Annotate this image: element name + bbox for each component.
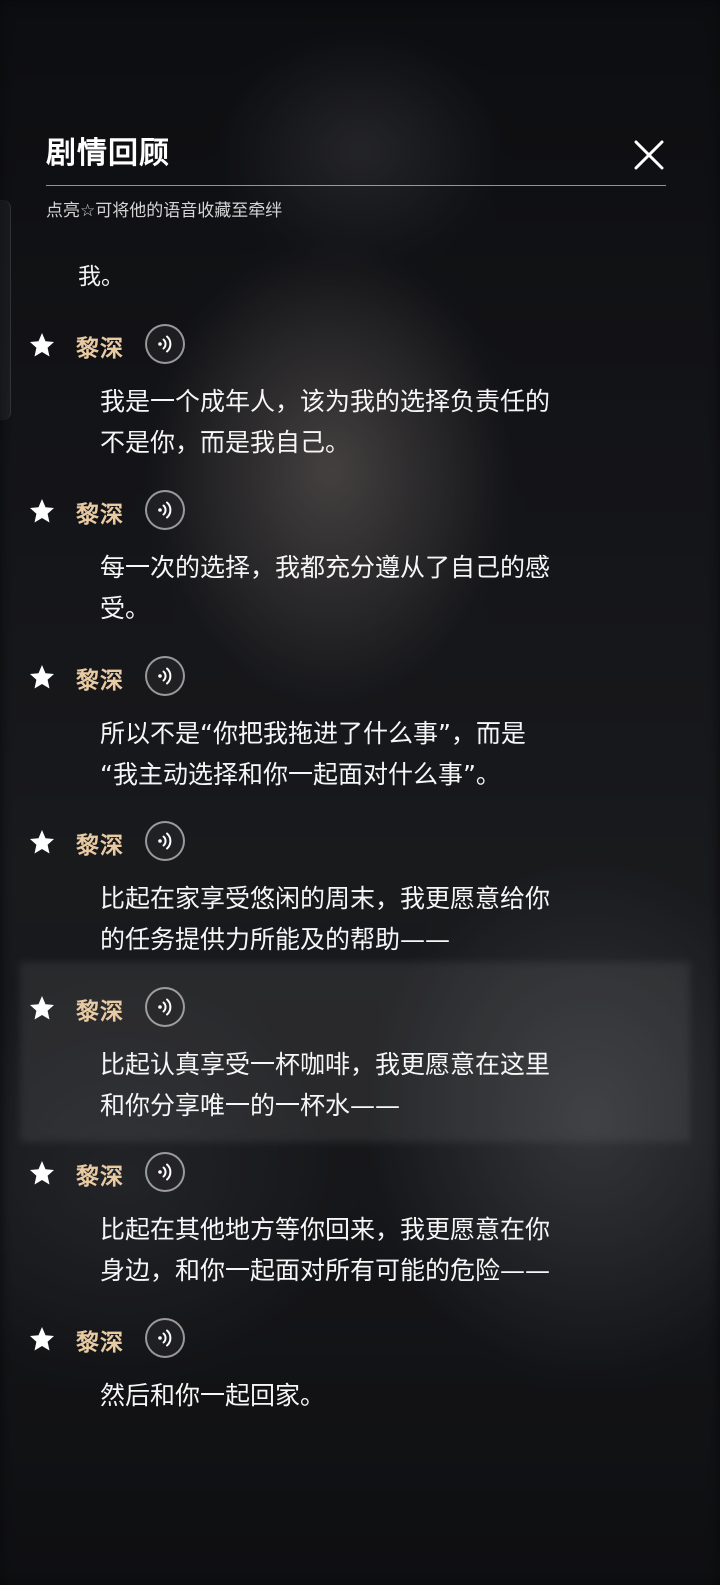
close-icon	[634, 140, 664, 170]
speaker-name: 黎深	[76, 1163, 124, 1190]
dialogue-text: 比起认真享受一杯咖啡，我更愿意在这里 和你分享唯一的一杯水——	[100, 1044, 640, 1126]
star-icon	[30, 1161, 54, 1185]
panel-title: 剧情回顾	[46, 136, 170, 171]
speaker-name: 黎深	[76, 667, 124, 694]
dialogue-line-2: “我主动选择和你一起面对什么事”。	[100, 760, 501, 789]
dialogue-text: 比起在家享受悠闲的周末，我更愿意给你 的任务提供力所能及的帮助——	[100, 878, 640, 960]
speaker-name: 黎深	[76, 1329, 124, 1356]
star-icon	[30, 665, 54, 689]
dialogue-text: 我是一个成年人，该为我的选择负责任的 不是你，而是我自己。	[100, 381, 640, 463]
dialogue-text: 然后和你一起回家。	[100, 1375, 640, 1416]
star-icon	[30, 830, 54, 854]
dialogue-line-2: 和你分享唯一的一杯水——	[100, 1091, 401, 1120]
star-icon	[30, 996, 54, 1020]
dialogue-line-2: 的任务提供力所能及的帮助——	[100, 925, 451, 954]
dialogue-text: 比起在其他地方等你回来，我更愿意在你 身边，和你一起面对所有可能的危险——	[100, 1209, 640, 1291]
dialogue-line-1: 比起认真享受一杯咖啡，我更愿意在这里	[100, 1050, 551, 1079]
play-voice-button[interactable]	[145, 1152, 185, 1192]
audio-icon	[158, 667, 172, 685]
star-icon	[30, 499, 54, 523]
play-voice-button[interactable]	[145, 656, 185, 696]
speaker-name: 黎深	[76, 335, 124, 362]
dialogue-text: 每一次的选择，我都充分遵从了自己的感 受。	[100, 547, 640, 629]
favorite-star-button[interactable]	[28, 828, 56, 856]
play-voice-button[interactable]	[145, 987, 185, 1027]
favorite-star-button[interactable]	[28, 1325, 56, 1353]
play-voice-button[interactable]	[145, 490, 185, 530]
dialogue-line-2: 受。	[100, 594, 151, 623]
story-review-screen: 剧情回顾 点亮☆可将他的语音收藏至牵绊 我。 黎深 我是一个成年人，该为我的选择…	[0, 0, 720, 1585]
dialogue-line-1: 所以不是“你把我拖进了什么事”，而是	[100, 719, 526, 748]
dialogue-line-1: 比起在家享受悠闲的周末，我更愿意给你	[100, 884, 551, 913]
speaker-name: 黎深	[76, 832, 124, 859]
play-voice-button[interactable]	[145, 324, 185, 364]
dialogue-line-2: 身边，和你一起面对所有可能的危险——	[100, 1256, 551, 1285]
dialogue-line-1: 每一次的选择，我都充分遵从了自己的感	[100, 553, 551, 582]
favorite-star-button[interactable]	[28, 1159, 56, 1187]
dialogue-line-1: 比起在其他地方等你回来，我更愿意在你	[100, 1215, 551, 1244]
player-line: 我。	[78, 264, 124, 290]
play-voice-button[interactable]	[145, 1318, 185, 1358]
play-voice-button[interactable]	[145, 821, 185, 861]
favorite-star-button[interactable]	[28, 663, 56, 691]
favorite-star-button[interactable]	[28, 331, 56, 359]
audio-icon	[158, 501, 172, 519]
dialogue-text: 所以不是“你把我拖进了什么事”，而是 “我主动选择和你一起面对什么事”。	[100, 713, 640, 795]
audio-icon	[158, 998, 172, 1016]
audio-icon	[158, 1163, 172, 1181]
collect-hint: 点亮☆可将他的语音收藏至牵绊	[46, 201, 283, 221]
speaker-name: 黎深	[76, 501, 124, 528]
title-divider	[46, 185, 666, 186]
star-icon	[30, 333, 54, 357]
star-icon	[30, 1327, 54, 1351]
audio-icon	[158, 832, 172, 850]
speaker-name: 黎深	[76, 998, 124, 1025]
dialogue-line-2: 不是你，而是我自己。	[100, 428, 351, 457]
audio-icon	[158, 1329, 172, 1347]
close-button[interactable]	[624, 130, 674, 180]
audio-icon	[158, 335, 172, 353]
favorite-star-button[interactable]	[28, 994, 56, 1022]
favorite-star-button[interactable]	[28, 497, 56, 525]
dialogue-line-1: 然后和你一起回家。	[100, 1381, 326, 1410]
dialogue-line-1: 我是一个成年人，该为我的选择负责任的	[100, 387, 551, 416]
